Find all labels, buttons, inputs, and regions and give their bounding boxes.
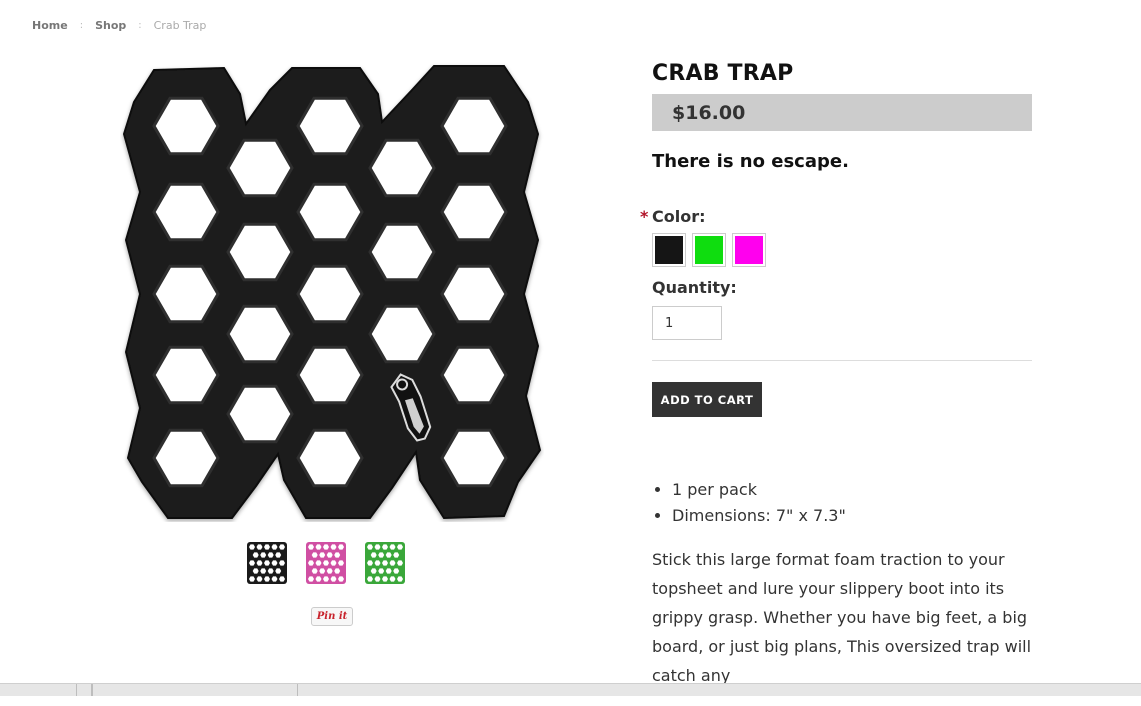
breadcrumb-separator: : <box>138 20 142 31</box>
color-swatches <box>652 233 1032 267</box>
product-main-image[interactable] <box>120 62 544 522</box>
bottom-tab[interactable] <box>92 684 298 696</box>
breadcrumb-current: Crab Trap <box>153 19 207 32</box>
hexagon-hole <box>152 96 220 156</box>
product-info: CRAB TRAP $16.00 There is no escape. * C… <box>640 58 1032 706</box>
product-price: $16.00 <box>672 101 746 124</box>
hexagon-hole <box>440 264 508 324</box>
divider <box>652 360 1032 361</box>
quantity-label: Quantity: <box>652 278 737 297</box>
hexagon-hole <box>440 428 508 488</box>
breadcrumb-home-link[interactable]: Home <box>32 19 68 32</box>
feature-item: Dimensions: 7" x 7.3" <box>672 503 1032 529</box>
feature-list: 1 per pack Dimensions: 7" x 7.3" <box>652 477 1032 529</box>
bottom-tab[interactable] <box>76 684 92 696</box>
hexagon-hole <box>296 264 364 324</box>
swatch-black[interactable] <box>652 233 686 267</box>
swatch-black-fill <box>655 236 683 264</box>
hexagon-hole <box>226 222 294 282</box>
swatch-green[interactable] <box>692 233 726 267</box>
required-marker: * <box>640 207 649 226</box>
hexagon-hole <box>296 345 364 405</box>
product-description: Stick this large format foam traction to… <box>652 550 1032 685</box>
hexagon-hole <box>296 182 364 242</box>
hexagon-hole <box>152 264 220 324</box>
hexagon-hole <box>368 304 436 364</box>
hexagon-hole <box>152 182 220 242</box>
swatch-magenta[interactable] <box>732 233 766 267</box>
hexagon-hole <box>368 222 436 282</box>
quantity-input[interactable] <box>652 306 722 340</box>
bottom-bar <box>0 683 1141 696</box>
hexagon-hole <box>296 428 364 488</box>
swatch-magenta-fill <box>735 236 763 264</box>
product-title: CRAB TRAP <box>652 61 794 86</box>
breadcrumb: Home : Shop : Crab Trap <box>32 19 206 32</box>
pin-it-label: Pin it <box>316 611 348 622</box>
price-bar: $16.00 <box>652 94 1032 131</box>
hexagon-hole <box>296 96 364 156</box>
hexagon-hole <box>226 138 294 198</box>
hexagon-hole <box>440 96 508 156</box>
breadcrumb-shop-link[interactable]: Shop <box>95 19 126 32</box>
add-to-cart-button[interactable]: ADD TO CART <box>652 382 762 417</box>
pinterest-pin-button[interactable]: Pin it <box>311 607 353 626</box>
feature-item: 1 per pack <box>672 477 1032 503</box>
hexagon-hole <box>152 428 220 488</box>
thumbnail-list <box>246 541 406 585</box>
swatch-green-fill <box>695 236 723 264</box>
thumbnail-pink[interactable] <box>305 541 347 585</box>
color-label-row: * Color: <box>640 207 1032 226</box>
hexagon-hole <box>152 345 220 405</box>
hexagon-hole <box>440 345 508 405</box>
thumbnail-green[interactable] <box>364 541 406 585</box>
breadcrumb-separator: : <box>79 20 84 31</box>
hexagon-hole <box>226 384 294 444</box>
hexagon-hole <box>440 182 508 242</box>
color-label: Color: <box>652 207 706 226</box>
thumbnail-black[interactable] <box>246 541 288 585</box>
hexagon-hole <box>226 304 294 364</box>
product-tagline: There is no escape. <box>652 151 849 172</box>
hexagon-hole <box>368 138 436 198</box>
